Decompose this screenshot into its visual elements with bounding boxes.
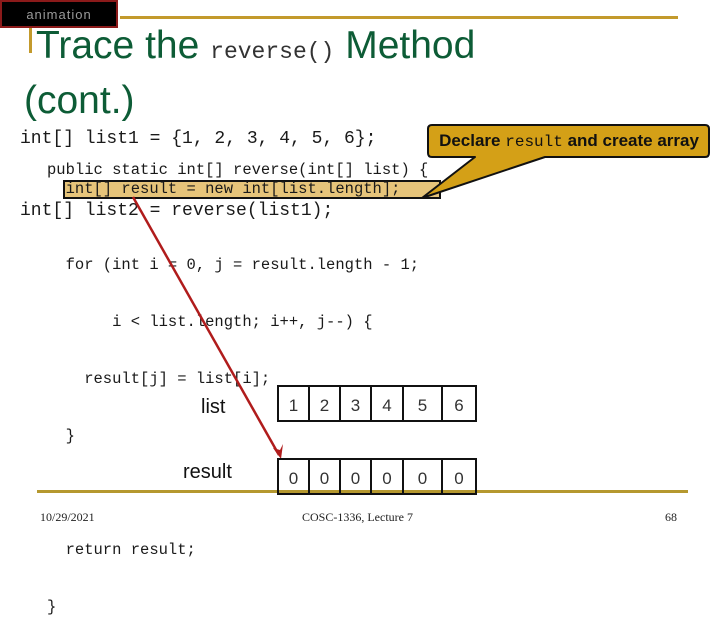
list-array: 1 2 3 4 5 6: [277, 385, 477, 422]
list-cell: 1: [277, 385, 310, 422]
result-cell: 0: [441, 458, 477, 495]
list-cell: 5: [402, 385, 443, 422]
code-line: }: [47, 598, 57, 616]
list-label: list: [201, 396, 226, 418]
list-cell: 4: [370, 385, 404, 422]
list-cell: 6: [441, 385, 477, 422]
page-number: 68: [665, 510, 677, 524]
result-array: 0 0 0 0 0 0: [277, 458, 477, 495]
footer-course: COSC-1336, Lecture 7: [302, 510, 413, 524]
callout-text: Declare result and create array: [439, 131, 699, 151]
result-cell: 0: [339, 458, 372, 495]
footer-date: 10/29/2021: [40, 510, 95, 524]
result-cell: 0: [277, 458, 310, 495]
list-cell: 3: [339, 385, 372, 422]
result-cell: 0: [308, 458, 341, 495]
code-line: return result;: [47, 541, 196, 559]
result-label: result: [183, 461, 232, 483]
list-cell: 2: [308, 385, 341, 422]
result-cell: 0: [370, 458, 404, 495]
result-cell: 0: [402, 458, 443, 495]
